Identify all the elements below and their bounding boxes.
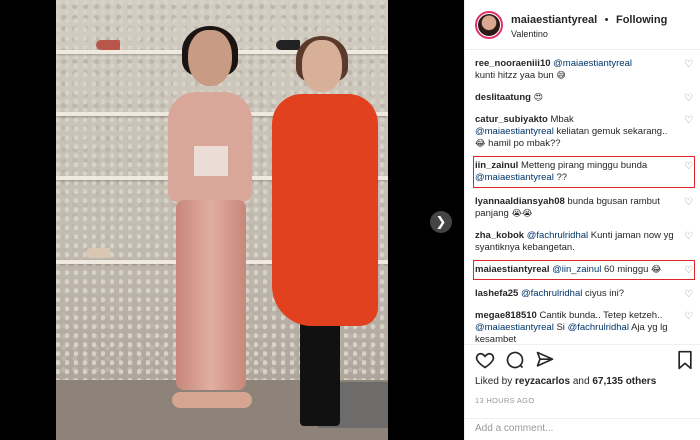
comment-user[interactable]: maiaestiantyreal (475, 264, 549, 275)
heart-icon[interactable]: ♡ (684, 115, 693, 127)
comment-mention[interactable]: @maiaestiantyreal (475, 126, 554, 137)
heart-icon[interactable]: ♡ (684, 93, 693, 105)
comment-emoji: 😍 (533, 93, 543, 103)
comment-text: Metteng pirang minggu bunda (520, 160, 648, 171)
shoe (86, 248, 110, 258)
bookmark-icon[interactable] (675, 350, 695, 370)
comment-text: Cantik bunda.. Tetep ketzeh.. (539, 310, 663, 321)
post-photo-pane: ❯ (0, 0, 464, 440)
post-side-panel: maiaestiantyreal • Following Valentino r… (464, 0, 700, 440)
comment-user[interactable]: zha_kobok (475, 230, 524, 241)
likes-user-link[interactable]: reyzacarlos (515, 376, 570, 387)
comment-item-highlighted: iin_zainul Metteng pirang minggu bunda @… (473, 156, 695, 188)
heart-icon[interactable]: ♡ (684, 197, 693, 209)
comment-item: zha_kobok @fachrulridhal Kunti jaman now… (475, 228, 693, 256)
likes-summary: Liked by reyzacarlos and 67,135 others (475, 376, 656, 387)
heart-icon[interactable]: ♡ (684, 161, 693, 173)
comment-item: lyannaaldiansyah08 bunda bgusan rambut p… (475, 194, 693, 222)
chevron-right-icon[interactable]: ❯ (430, 211, 452, 233)
comment-text: Mbak (550, 114, 574, 125)
comment-item: deslitaatung 😍 ♡ (475, 90, 693, 106)
comment-text: Si (556, 322, 565, 333)
heart-icon[interactable]: ♡ (684, 265, 693, 277)
comment-text: keliatan gemuk sekarang.. (556, 126, 668, 137)
likes-prefix: Liked by (475, 376, 513, 387)
comments-list: ree_nooraeniii10 @maiaestiantyreal kunti… (465, 52, 700, 345)
comment-emoji: 😅 (556, 71, 566, 81)
comment-user[interactable]: lyannaaldiansyah08 (475, 196, 565, 207)
add-comment-input[interactable]: Add a comment... (465, 418, 700, 440)
post-photo[interactable] (56, 0, 388, 440)
person-pink-tracksuit (154, 26, 266, 440)
avatar[interactable] (475, 10, 503, 39)
person-orange-dress (266, 36, 384, 440)
comment-mention[interactable]: @maiaestiantyreal (553, 58, 632, 69)
likes-and: and (572, 376, 590, 387)
post-timestamp[interactable]: 13 HOURS AGO (475, 396, 534, 405)
shoe (96, 40, 120, 50)
header-username[interactable]: maiaestiantyreal (511, 14, 597, 26)
post-header: maiaestiantyreal • Following Valentino (465, 0, 700, 50)
comment-user[interactable]: iin_zainul (475, 160, 518, 171)
comment-item: ree_nooraeniii10 @maiaestiantyreal kunti… (475, 56, 693, 84)
separator-dot: • (604, 14, 609, 27)
comment-item: catur_subiyakto Mbak @maiaestiantyreal k… (475, 112, 693, 152)
comment-mention[interactable]: @maiaestiantyreal (475, 172, 554, 183)
action-bar (465, 344, 700, 374)
comment-emoji: 😂 (475, 139, 486, 149)
comment-user[interactable]: lashefa25 (475, 288, 518, 299)
comment-item-highlighted: maiaestiantyreal @iin_zainul 60 minggu 😂… (473, 260, 695, 280)
heart-icon[interactable] (475, 350, 495, 370)
comment-mention[interactable]: @fachrulridhal (521, 288, 582, 299)
likes-count-link[interactable]: 67,135 others (592, 376, 656, 387)
comment-text: 60 minggu (604, 264, 649, 275)
location-link[interactable]: Valentino (511, 29, 667, 39)
comment-user[interactable]: catur_subiyakto (475, 114, 548, 125)
comment-text: ciyus ini? (585, 288, 625, 299)
heart-icon[interactable]: ♡ (684, 59, 693, 71)
comment-item: lashefa25 @fachrulridhal ciyus ini? ♡ (475, 286, 693, 302)
comment-mention[interactable]: @fachrulridhal (527, 230, 588, 241)
following-button[interactable]: Following (616, 14, 667, 26)
comment-mention[interactable]: @fachrulridhal (568, 322, 629, 333)
comment-icon[interactable] (505, 350, 525, 370)
comment-item: megae818510 Cantik bunda.. Tetep ketzeh.… (475, 308, 693, 348)
comment-text: ?? (556, 172, 568, 183)
comment-mention[interactable]: @maiaestiantyreal (475, 322, 554, 333)
share-icon[interactable] (535, 350, 555, 370)
heart-icon[interactable]: ♡ (684, 289, 693, 301)
comment-user[interactable]: deslitaatung (475, 92, 531, 103)
comment-mention[interactable]: @iin_zainul (552, 264, 601, 275)
comment-text: hamil po mbak?? (488, 138, 561, 149)
heart-icon[interactable]: ♡ (684, 231, 693, 243)
comment-emoji: 😂 (651, 265, 662, 275)
comment-emoji: 😭😭 (511, 209, 533, 219)
comment-user[interactable]: ree_nooraeniii10 (475, 58, 551, 69)
comment-user[interactable]: megae818510 (475, 310, 537, 321)
comment-text: kunti hitzz yaa bun (475, 70, 554, 81)
heart-icon[interactable]: ♡ (684, 311, 693, 323)
